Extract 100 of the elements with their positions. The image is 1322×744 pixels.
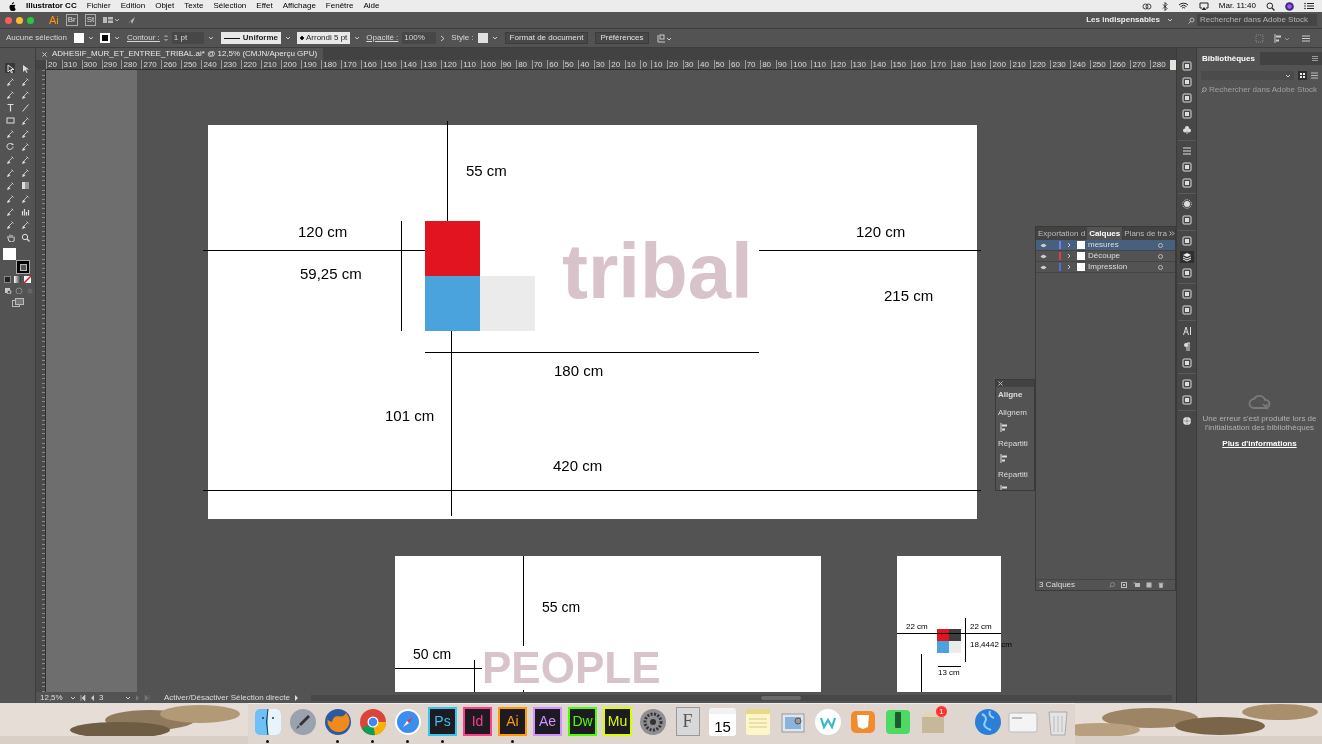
- stock-button[interactable]: St: [84, 14, 97, 26]
- ruler-label: 170: [930, 60, 946, 69]
- dock-item[interactable]: Mu: [602, 706, 633, 743]
- ruler-label: 180: [950, 60, 966, 69]
- panel-tab[interactable]: Bibliothèques: [1197, 52, 1260, 65]
- section-label: Répartiti: [997, 469, 1029, 481]
- dock-item[interactable]: 15: [707, 706, 738, 743]
- dock-item[interactable]: 1: [917, 706, 948, 743]
- ruler-label: 240: [1070, 60, 1086, 69]
- ruler-label: 10: [651, 60, 663, 69]
- selection-status: Aucune sélection: [6, 32, 67, 44]
- ruler-label: 220: [1030, 60, 1046, 69]
- dimension-label: 13 cm: [938, 669, 960, 677]
- artboard-field[interactable]: 3: [99, 691, 121, 704]
- ruler-label: 30: [593, 60, 605, 69]
- ruler-label: 0: [640, 60, 647, 69]
- document-tab[interactable]: ADHESIF_MUR_ET_ENTREE_TRIBAL.ai* @ 12,5% (CMJN/Aperçu GPU): [36, 48, 324, 60]
- stroke-profile-dropdown[interactable]: Uniforme: [220, 32, 281, 44]
- dimension-label: 55 cm: [466, 163, 507, 178]
- ruler-label: 250: [181, 60, 197, 69]
- stroke-weight-field[interactable]: 1 pt: [171, 32, 204, 44]
- ruler-label: 130: [421, 60, 437, 69]
- menu-item[interactable]: Fichier: [86, 0, 111, 12]
- dimension-label: 420 cm: [553, 458, 603, 473]
- ruler-label: 160: [910, 60, 926, 69]
- notification-badge: 1: [936, 706, 947, 717]
- ruler-label: 190: [970, 60, 986, 69]
- bridge-button[interactable]: Br: [65, 14, 78, 26]
- opacity-label[interactable]: Opacité :: [366, 32, 399, 44]
- workspace-switcher[interactable]: Les indispensables: [1086, 14, 1160, 26]
- app-icon: Dw: [568, 707, 597, 736]
- ruler-label: 270: [1130, 60, 1146, 69]
- section-label: Répartiti: [997, 438, 1029, 450]
- menu-item[interactable]: Texte: [184, 0, 204, 12]
- ruler-label: 30: [682, 60, 694, 69]
- ruler-label: 150: [890, 60, 906, 69]
- ruler-label: 40: [698, 60, 709, 69]
- opacity-field[interactable]: 100%: [402, 32, 437, 44]
- ruler-label: 260: [161, 60, 177, 69]
- layer-row[interactable]: mesures: [1036, 240, 1175, 251]
- layer-count: 3 Calques: [1039, 579, 1077, 591]
- menu-item[interactable]: Effet: [256, 0, 273, 12]
- ruler-label: 60: [729, 60, 740, 69]
- app-icon: Ai: [498, 707, 527, 736]
- ruler-label: 70: [744, 60, 756, 69]
- ruler-label: 270: [141, 60, 157, 69]
- dock-item[interactable]: Ps: [427, 706, 458, 743]
- app-menu[interactable]: Illustrator CC: [26, 0, 77, 12]
- dimension-label: 101 cm: [385, 408, 435, 423]
- dock-item[interactable]: Dw: [567, 706, 598, 743]
- menu-item[interactable]: Affichage: [282, 0, 316, 12]
- dimension-label: 59,25 cm: [300, 266, 362, 281]
- ruler-label: 210: [1010, 60, 1026, 69]
- app-icon: Ae: [533, 707, 562, 736]
- dimension-label: 22 cm: [970, 623, 992, 631]
- ruler-label: 110: [811, 60, 826, 69]
- more-info-link[interactable]: Plus d'informations: [1222, 438, 1297, 450]
- dimension-label: 55 cm: [542, 600, 581, 614]
- panel-tab[interactable]: Calques: [1087, 227, 1123, 240]
- stock-search-field[interactable]: Rechercher dans Adobe Stock: [1197, 14, 1317, 26]
- menu-item[interactable]: Fenêtre: [325, 0, 354, 12]
- ruler-label: 280: [121, 60, 137, 69]
- dock-item[interactable]: Id: [462, 706, 493, 743]
- ruler-label: 210: [261, 60, 277, 69]
- app-logo: Ai: [49, 12, 59, 28]
- ruler-label: 100: [480, 60, 496, 69]
- style-label: Style :: [451, 32, 474, 44]
- clock[interactable]: Mar. 11:40: [1218, 0, 1256, 12]
- ruler-label: 160: [361, 60, 377, 69]
- zoom-field[interactable]: 12,5%: [40, 691, 66, 704]
- menu-item[interactable]: Sélection: [213, 0, 247, 12]
- dimension-label: 22 cm: [906, 623, 928, 631]
- menu-item[interactable]: Edition: [120, 0, 146, 12]
- layer-row[interactable]: Impression: [1036, 262, 1175, 273]
- dimension-label: 50 cm: [413, 647, 452, 661]
- library-search-field[interactable]: Rechercher dans Adobe Stock: [1209, 84, 1317, 95]
- dock-item[interactable]: Ae: [532, 706, 563, 743]
- menu-item[interactable]: Aide: [363, 0, 380, 12]
- panel-title[interactable]: Aligne: [996, 389, 1034, 401]
- ruler-label: 90: [775, 60, 787, 69]
- ruler-label: 110: [461, 60, 476, 69]
- ruler-label: 40: [578, 60, 590, 69]
- ruler-label: 260: [1110, 60, 1126, 69]
- brush-dropdown[interactable]: Arrondi 5 pt: [296, 32, 351, 44]
- error-message: Une erreur s'est produite lors de l'initialisation des bibliothèques: [1201, 414, 1318, 432]
- panel-tab[interactable]: Exportation d: [1036, 227, 1088, 240]
- layer-row[interactable]: Découpe: [1036, 251, 1175, 262]
- ruler-label: 20: [609, 60, 621, 69]
- layer-name: mesures: [1088, 239, 1120, 251]
- dock-item[interactable]: Ai: [497, 706, 528, 743]
- menu-item[interactable]: Objet: [155, 0, 175, 12]
- stroke-label[interactable]: Contour :: [126, 32, 160, 44]
- toolbar-button[interactable]: Préférences: [595, 32, 649, 44]
- logo-text: PEOPLE: [482, 646, 661, 690]
- status-text: Activer/Désactiver Sélection directe: [164, 691, 290, 704]
- ruler-label: 310: [61, 60, 77, 69]
- ruler-label: 150: [381, 60, 397, 69]
- toolbar-button[interactable]: Format de document: [504, 32, 589, 44]
- dock-item[interactable]: F: [672, 706, 703, 743]
- panel-tab[interactable]: Plans de tra: [1122, 227, 1169, 240]
